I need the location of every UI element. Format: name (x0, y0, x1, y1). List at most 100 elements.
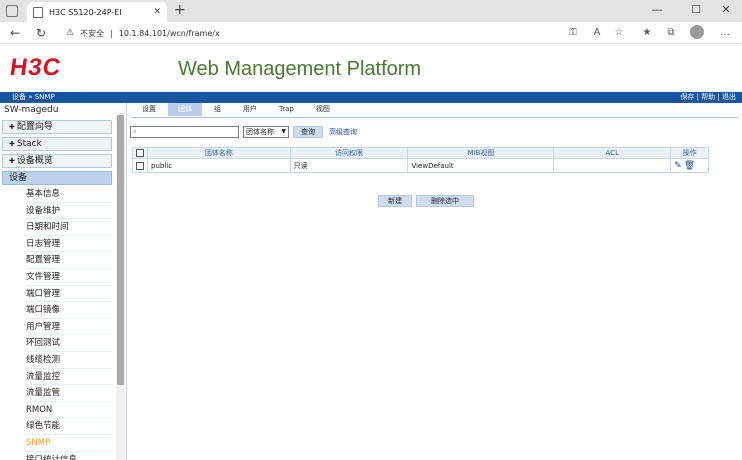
nav-item-users[interactable]: 用户管理 (26, 319, 112, 336)
main-content: 设置 团体 组 用户 Trap 视图 ⌕ 团体名称 ▼ 查询 高级查询 团体名称… (128, 103, 742, 460)
top-links: 保存 | 帮助 | 退出 (680, 92, 736, 103)
page-favicon-icon (33, 6, 43, 18)
minimize-window-button[interactable]: — (647, 3, 667, 16)
profile-avatar[interactable] (690, 25, 704, 39)
action-buttons: 新建 删除选中 (378, 195, 474, 207)
mib-view-link[interactable]: ViewDefault (407, 158, 555, 173)
search-input[interactable]: ⌕ (130, 126, 239, 138)
nav-group-overview[interactable]: ✚ 设备概览 (2, 154, 112, 168)
nav-group-device[interactable]: 设备 (2, 171, 112, 185)
row-select-cell (132, 158, 148, 173)
nav-group-label: Stack (16, 139, 42, 149)
tab-user[interactable]: 用户 (233, 103, 267, 116)
read-aloud-icon[interactable]: A (590, 27, 604, 38)
edit-icon[interactable]: ✎ (674, 161, 682, 171)
back-arrow-icon[interactable]: ← (8, 26, 22, 40)
platform-title: Web Management Platform (178, 58, 422, 80)
app-header: H3C Web Management Platform (0, 44, 742, 92)
h3c-logo: H3C (8, 54, 63, 81)
tab-group[interactable]: 组 (204, 103, 231, 116)
expand-icon: ✚ (9, 157, 15, 165)
column-header[interactable]: MIB视图 (407, 147, 555, 159)
browser-tab[interactable]: H3C S5120-24P-EI ✕ (27, 2, 167, 22)
key-icon[interactable]: ⚿ (566, 27, 580, 38)
tab-community[interactable]: 团体 (168, 103, 202, 116)
nav-item-snmp[interactable]: SNMP (26, 435, 112, 452)
nav-item-traffic-policing[interactable]: 流量监管 (26, 385, 112, 402)
nav-item-log[interactable]: 日志管理 (26, 236, 112, 253)
more-menu-icon[interactable]: … (718, 27, 732, 38)
advanced-query-link[interactable]: 高级查询 (329, 127, 357, 137)
nav-group-label: 设备概览 (16, 156, 53, 166)
select-all-cell (132, 147, 148, 159)
top-status-bar: 设备 » SNMP 保存 | 帮助 | 退出 (0, 92, 742, 103)
community-name-cell: public (147, 158, 291, 173)
link-separator: | (715, 93, 722, 101)
help-link[interactable]: 帮助 (701, 93, 715, 101)
delete-selected-button[interactable]: 删除选中 (416, 195, 474, 207)
security-status-label: 不安全 (80, 28, 105, 38)
close-tab-icon[interactable]: ✕ (153, 7, 161, 17)
acl-cell (553, 158, 672, 173)
favorite-add-icon[interactable]: ☆ (612, 27, 626, 38)
browser-tab-title: H3C S5120-24P-EI (49, 7, 122, 17)
nav-group-label: 设备 (9, 173, 28, 183)
nav-item-loopback[interactable]: 环回测试 (26, 335, 112, 352)
nav-item-traffic-monitor[interactable]: 流量监控 (26, 369, 112, 386)
search-field-value: 团体名称 (246, 128, 274, 136)
collections-icon[interactable]: ⧉ (664, 27, 678, 38)
tab-divider (132, 117, 738, 118)
column-header[interactable]: 访问权限 (289, 147, 409, 159)
address-toolbar: ← ↻ ⚠ 不安全 | 10.1.84.101/wcn/frame/x ⚿ A … (0, 22, 742, 44)
expand-icon: ✚ (9, 140, 15, 148)
warning-icon: ⚠ (66, 28, 75, 38)
nav-item-device-maintenance[interactable]: 设备维护 (26, 203, 112, 220)
operation-cell: ✎ 🗑 (670, 158, 709, 173)
table-header-row: 团体名称 访问权限 MIB视图 ACL 操作 (132, 147, 709, 159)
close-window-button[interactable]: ✕ (716, 3, 736, 16)
new-tab-button[interactable]: + (174, 3, 186, 17)
left-navigation: SW-magedu ✚ 配置向导 ✚ Stack ✚ 设备概览 设备 基本信息 设备维… (0, 103, 127, 460)
access-cell: 只读 (289, 158, 409, 173)
favorites-icon[interactable]: ★ (640, 27, 654, 38)
nav-group-wizard[interactable]: ✚ 配置向导 (2, 120, 112, 134)
save-link[interactable]: 保存 (680, 93, 694, 101)
nav-item-cable-test[interactable]: 线缆检测 (26, 352, 112, 369)
nav-item-interface-stats[interactable]: 接口统计信息 (26, 452, 112, 460)
nav-item-rmon[interactable]: RMON (26, 402, 112, 419)
column-header[interactable]: 团体名称 (147, 147, 291, 159)
nav-item-file[interactable]: 文件管理 (26, 269, 112, 286)
nav-group-stack[interactable]: ✚ Stack (2, 137, 112, 151)
nav-scrollbar-thumb[interactable] (117, 115, 124, 385)
breadcrumb: 设备 » SNMP (12, 93, 55, 101)
chevron-down-icon: ▼ (281, 128, 286, 135)
query-button[interactable]: 查询 (293, 126, 323, 138)
select-all-checkbox[interactable] (136, 149, 144, 157)
nav-item-port-mirror[interactable]: 端口镜像 (26, 302, 112, 319)
new-button[interactable]: 新建 (378, 195, 412, 207)
tab-actions-icon[interactable] (6, 5, 18, 17)
refresh-icon[interactable]: ↻ (34, 26, 48, 40)
tab-settings[interactable]: 设置 (132, 103, 166, 116)
nav-item-port[interactable]: 端口管理 (26, 286, 112, 303)
tab-view[interactable]: 视图 (306, 103, 340, 116)
nav-item-date-time[interactable]: 日期和时间 (26, 219, 112, 236)
url-text[interactable]: 10.1.84.101/wcn/frame/x (119, 29, 220, 38)
delete-icon[interactable]: 🗑 (684, 161, 695, 171)
nav-item-basic-info[interactable]: 基本信息 (26, 186, 112, 203)
search-row: ⌕ 团体名称 ▼ 查询 高级查询 (130, 125, 357, 139)
column-header[interactable]: ACL (553, 147, 672, 159)
nav-item-config[interactable]: 配置管理 (26, 252, 112, 269)
address-separator: | (110, 28, 113, 38)
community-table: 团体名称 访问权限 MIB视图 ACL 操作 public 只读 ViewDef… (132, 147, 709, 173)
logout-link[interactable]: 退出 (722, 93, 736, 101)
address-bar[interactable]: ⚠ 不安全 | 10.1.84.101/wcn/frame/x (66, 25, 556, 41)
nav-group-label: 配置向导 (16, 122, 53, 132)
nav-item-energy-saving[interactable]: 绿色节能 (26, 418, 112, 435)
row-checkbox[interactable] (136, 161, 144, 170)
maximize-window-button[interactable]: ☐ (686, 3, 706, 16)
search-icon: ⌕ (133, 128, 137, 135)
search-field-select[interactable]: 团体名称 ▼ (243, 126, 289, 138)
tab-trap[interactable]: Trap (269, 103, 304, 116)
table-row: public 只读 ViewDefault ✎ 🗑 (132, 158, 709, 173)
